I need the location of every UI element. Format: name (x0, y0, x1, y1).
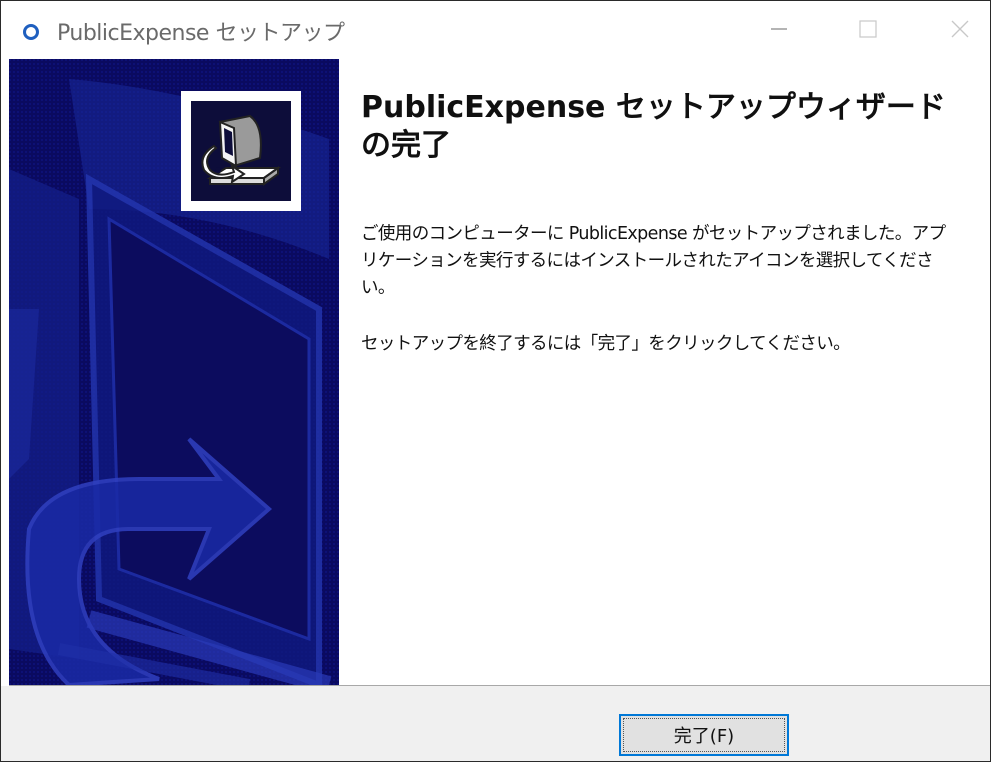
maximize-icon (859, 19, 877, 38)
minimize-icon (771, 27, 787, 30)
window-title: PublicExpense セットアップ (57, 21, 345, 46)
page-title: PublicExpense セットアップウィザードの完了 (361, 90, 946, 163)
finish-button[interactable]: 完了(F) (619, 714, 789, 756)
app-icon (23, 24, 39, 40)
maximize-button[interactable] (825, 1, 911, 56)
installer-computer-icon (201, 114, 282, 186)
completion-message: ご使用のコンピューターに PublicExpense がセットアップされました。… (361, 224, 946, 298)
minimize-button[interactable] (736, 1, 822, 56)
title-bar[interactable]: PublicExpense セットアップ (1, 1, 990, 56)
completion-content: PublicExpense セットアップウィザードの完了 ご使用のコンピューター… (361, 89, 961, 358)
close-icon (951, 20, 969, 37)
finish-button-label: 完了(F) (673, 726, 735, 747)
close-button[interactable] (917, 1, 990, 56)
finish-instruction: セットアップを終了するには「完了」をクリックしてください。 (361, 334, 851, 354)
setup-window: PublicExpense セットアップ PublicExpense セットアッ… (0, 0, 991, 762)
footer-bar: 完了(F) (1, 686, 990, 761)
installer-logo (181, 91, 301, 211)
wizard-banner-image (9, 59, 339, 685)
